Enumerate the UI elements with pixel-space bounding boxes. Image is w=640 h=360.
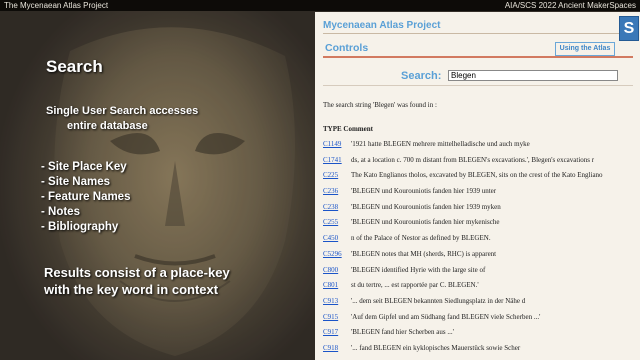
place-key-link[interactable]: C1149 bbox=[323, 140, 341, 148]
found-message: The search string 'Blegen' was found in … bbox=[323, 101, 437, 109]
conference-title: AIA/SCS 2022 Ancient MakerSpaces bbox=[504, 1, 636, 10]
context-text: n of the Palace of Nestor as defined by … bbox=[351, 234, 491, 243]
result-row: C801 st du tertre, ... est rapportée par … bbox=[323, 281, 638, 297]
result-row: C915 'Auf dem Gipfel und am Südhang fand … bbox=[323, 313, 638, 329]
result-row: C917 'BLEGEN fand hier Scherben aus ...' bbox=[323, 328, 638, 344]
project-title: The Mycenaean Atlas Project bbox=[4, 1, 109, 10]
place-key-link[interactable]: C1741 bbox=[323, 156, 342, 164]
result-row: C238 'BLEGEN und Kourouniotis fanden hier… bbox=[323, 203, 638, 219]
place-key-link[interactable]: C800 bbox=[323, 266, 338, 274]
list-item: - Site Names bbox=[41, 176, 111, 188]
context-text: st du tertre, ... est rapportée par C. B… bbox=[351, 281, 479, 290]
result-row: C913 '... dem seit BLEGEN bekannten Siedl… bbox=[323, 297, 638, 313]
search-input[interactable] bbox=[448, 70, 618, 81]
context-text: 'BLEGEN und Kourouniotis fanden hier 193… bbox=[351, 187, 497, 196]
context-text: 'BLEGEN und Kourouniotis fanden hier 193… bbox=[351, 202, 501, 211]
place-key-link[interactable]: C238 bbox=[323, 203, 338, 211]
top-bar: The Mycenaean Atlas Project AIA/SCS 2022… bbox=[0, 0, 640, 11]
list-item: - Feature Names bbox=[41, 191, 131, 203]
place-key-link[interactable]: C917 bbox=[323, 328, 338, 336]
search-label: Search: bbox=[401, 70, 442, 82]
result-row: C255 'BLEGEN und Kourouniotis fanden hier… bbox=[323, 218, 638, 234]
context-text: 'BLEGEN notes that MH (sherds, RHC) is a… bbox=[351, 249, 497, 258]
atlas-logo-icon[interactable]: S bbox=[619, 16, 639, 41]
place-key-link[interactable]: C225 bbox=[323, 171, 338, 179]
context-text: 'BLEGEN fand hier Scherben aus ...' bbox=[351, 328, 454, 337]
context-text: '1921 hatte BLEGEN mehrere mittelhelladi… bbox=[351, 140, 530, 148]
place-key-link[interactable]: C450 bbox=[323, 234, 338, 242]
context-text: 'BLEGEN und Kourouniotis fanden hier myk… bbox=[351, 218, 500, 227]
context-text: 'BLEGEN identified Hyrie with the large … bbox=[351, 265, 486, 274]
atlas-browser-panel: Mycenaean Atlas Project S Controls Using… bbox=[315, 12, 640, 360]
result-row: C236 'BLEGEN und Kourouniotis fanden hier… bbox=[323, 187, 638, 203]
context-text: 'Auf dem Gipfel und am Südhang fand BLEG… bbox=[351, 312, 541, 321]
result-row: C918 '... fand BLEGEN ein kyklopisches Ma… bbox=[323, 344, 638, 360]
results-note-line1: Results consist of a place-key bbox=[44, 265, 230, 280]
type-heading: TYPE Comment bbox=[323, 125, 373, 133]
search-fields-list: - Site Place Key - Site Names - Feature … bbox=[41, 160, 130, 235]
place-key-link[interactable]: C236 bbox=[323, 187, 338, 195]
results-note: Results consist of a place-key with the … bbox=[44, 264, 230, 298]
list-item: - Site Place Key bbox=[41, 161, 127, 173]
place-key-link[interactable]: C255 bbox=[323, 218, 338, 226]
result-row: C450 n of the Palace of Nestor as defined… bbox=[323, 234, 638, 250]
divider bbox=[323, 85, 633, 86]
context-text: '... dem seit BLEGEN bekannten Siedlungs… bbox=[351, 296, 526, 305]
search-desc-line1: Single User Search accesses bbox=[46, 105, 199, 117]
context-text: ds, at a location c. 700 m distant from … bbox=[351, 155, 595, 164]
place-key-link[interactable]: C918 bbox=[323, 344, 338, 352]
search-desc-line2: entire database bbox=[67, 120, 148, 132]
results-note-line2: with the key word in context bbox=[44, 282, 219, 297]
divider bbox=[323, 56, 633, 58]
list-item: - Notes bbox=[41, 206, 80, 218]
result-row: C1149 '1921 hatte BLEGEN mehrere mittelhe… bbox=[323, 140, 638, 156]
using-atlas-button[interactable]: Using the Atlas bbox=[555, 42, 615, 56]
list-item: - Bibliography bbox=[41, 221, 119, 233]
context-text: '... fand BLEGEN ein kyklopisches Mauers… bbox=[351, 343, 521, 352]
result-row: C800 'BLEGEN identified Hyrie with the la… bbox=[323, 266, 638, 282]
place-key-link[interactable]: C913 bbox=[323, 297, 338, 305]
result-row: C5296 'BLEGEN notes that MH (sherds, RHC)… bbox=[323, 250, 638, 266]
place-key-link[interactable]: C801 bbox=[323, 281, 338, 289]
controls-heading: Controls bbox=[325, 42, 369, 54]
place-key-link[interactable]: C5296 bbox=[323, 250, 342, 258]
context-text: The Kato Englianos tholos, excavated by … bbox=[351, 171, 603, 180]
site-title: Mycenaean Atlas Project bbox=[323, 20, 623, 34]
result-row: C225 The Kato Englianos tholos, excavated… bbox=[323, 171, 638, 187]
result-row: C1741 ds, at a location c. 700 m distant … bbox=[323, 156, 638, 172]
slide-title: Search bbox=[46, 57, 103, 76]
results-list: C1149 '1921 hatte BLEGEN mehrere mittelhe… bbox=[323, 140, 638, 360]
place-key-link[interactable]: C915 bbox=[323, 313, 338, 321]
